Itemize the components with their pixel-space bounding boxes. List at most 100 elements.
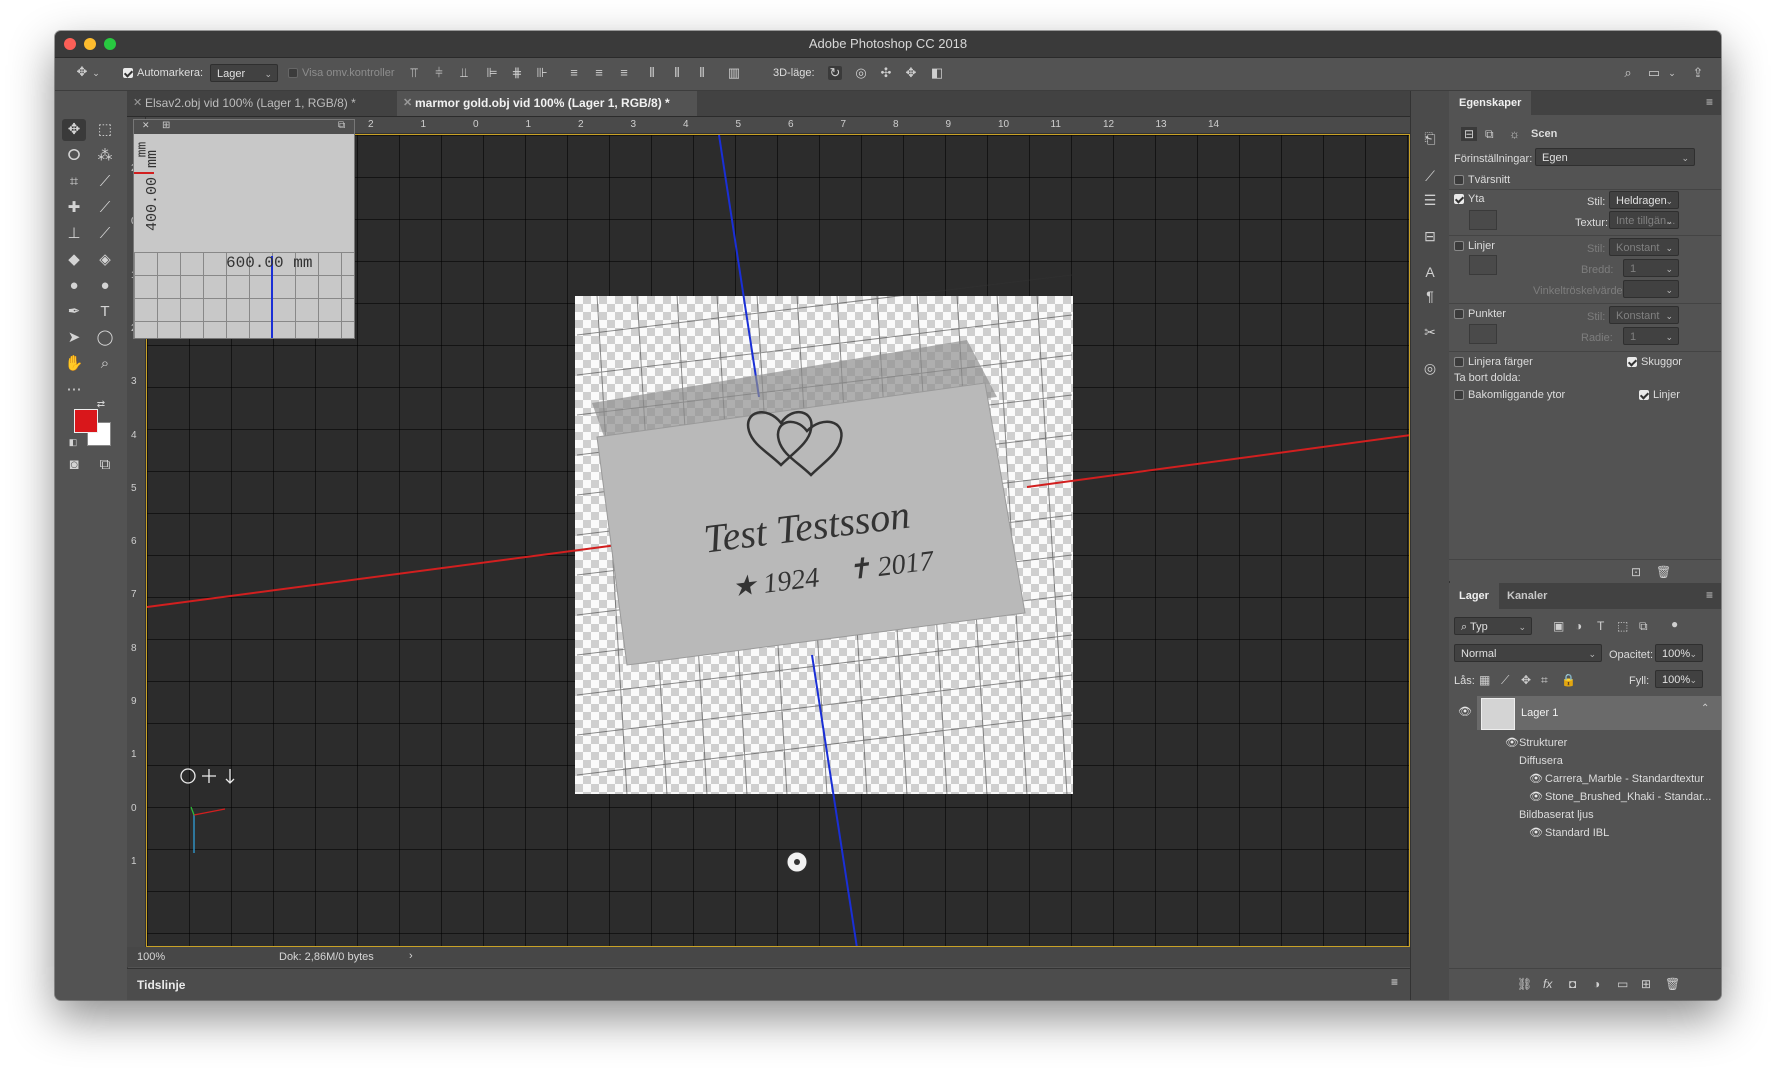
collapse-layer-chevron-icon[interactable]: ⌃	[1701, 703, 1709, 714]
default-colors-icon[interactable]: ◧	[67, 436, 79, 448]
libraries-icon[interactable]: ◎	[1421, 359, 1439, 377]
history-brush-tool-icon[interactable]: ⟋	[93, 223, 117, 245]
brush-tool-icon[interactable]: ⟋	[93, 197, 117, 219]
cross-section-checkbox[interactable]: Tvärsnitt	[1454, 174, 1510, 186]
surface-style-dropdown[interactable]: Heldragen ⌄	[1609, 191, 1679, 209]
layer-effect-row[interactable]: 👁 Carrera_Marble - Standardtextur	[1449, 771, 1721, 788]
clone-stamp-tool-icon[interactable]: ⊥	[62, 223, 86, 245]
properties-delete-icon[interactable]: 🗑	[1656, 565, 1671, 579]
new-group-icon[interactable]: ▭	[1617, 977, 1628, 991]
layer-effect-row[interactable]: Diffusera	[1449, 753, 1721, 770]
hand-tool-icon[interactable]: ✋	[62, 353, 86, 375]
more-tools-icon[interactable]: ⋯	[62, 379, 86, 401]
pen-tool-icon[interactable]: ✒	[62, 301, 86, 323]
lines-checkbox[interactable]: Linjer	[1454, 240, 1495, 252]
texture-visibility-eye-icon[interactable]: 👁	[1529, 771, 1543, 788]
layers-menu-icon[interactable]: ≡	[1706, 588, 1713, 602]
crop-tool-icon[interactable]: ⌗	[62, 171, 86, 193]
screen-mode-icon[interactable]: ⧉	[93, 454, 117, 476]
align-top-icon[interactable]: ⫪	[407, 66, 421, 80]
remove-hidden-lines-checkbox[interactable]: Linjer	[1639, 389, 1680, 401]
layer-effect-row[interactable]: Bildbaserat ljus	[1449, 807, 1721, 824]
filter-adjustment-icon[interactable]: ◑	[1575, 619, 1582, 633]
tab-properties[interactable]: Egenskaper	[1449, 91, 1532, 115]
ibl-visibility-eye-icon[interactable]: 👁	[1529, 825, 1543, 842]
ellipse-tool-icon[interactable]: ◯	[93, 327, 117, 349]
points-checkbox[interactable]: Punkter	[1454, 308, 1506, 320]
lock-artboard-icon[interactable]: ⌗	[1541, 673, 1548, 688]
surface-checkbox[interactable]: Yta	[1454, 193, 1485, 205]
secondary-view[interactable]: ✕ ⊞ ⧉ 600.00 mm 400.00 mm mm	[133, 119, 355, 339]
link-layers-icon[interactable]: ⛓	[1517, 977, 1532, 991]
marquee-tool-icon[interactable]: ⬚	[93, 119, 117, 141]
filter-smart-object-icon[interactable]: ⧉	[1639, 619, 1648, 634]
search-icon[interactable]: ⌕	[1621, 66, 1635, 80]
opacity-field[interactable]: 100% ⌄	[1655, 644, 1703, 662]
filter-type-icon[interactable]: T	[1597, 619, 1604, 633]
brush-settings-icon[interactable]: ⟋	[1421, 167, 1439, 185]
move-tool-icon[interactable]: ✥	[62, 119, 86, 141]
light-filter-icon[interactable]: ☼	[1509, 127, 1520, 141]
filter-pixel-icon[interactable]: ▣	[1553, 619, 1564, 633]
close-tab-icon[interactable]: ✕	[403, 91, 412, 116]
auto-select-checkbox[interactable]: Automarkera:	[123, 67, 203, 79]
share-icon[interactable]: ⇪	[1691, 66, 1705, 80]
align-vcenter-icon[interactable]: ⫩	[432, 66, 446, 80]
blend-mode-dropdown[interactable]: Normal ⌄	[1454, 644, 1602, 662]
layer-filter-dropdown[interactable]: ⌕ Typ ⌄	[1454, 617, 1532, 635]
distribute-hcenter-icon[interactable]: ⦀	[670, 66, 684, 80]
mesh-filter-icon[interactable]: ⧉	[1485, 127, 1494, 142]
blur-tool-icon[interactable]: ●	[62, 275, 86, 297]
tab-layers[interactable]: Lager	[1449, 583, 1499, 609]
timeline-menu-icon[interactable]: ≡	[1391, 975, 1398, 989]
orbit-3d-icon[interactable]: ↻	[828, 66, 842, 80]
move-tool-icon[interactable]: ✥	[75, 65, 89, 79]
distribute-vcenter-icon[interactable]: ≡	[592, 66, 606, 80]
tools-presets-icon[interactable]: ✂	[1421, 323, 1439, 341]
new-layer-icon[interactable]: ⊞	[1641, 977, 1651, 991]
scene-filter-icon[interactable]: ⊟	[1461, 127, 1478, 141]
roll-3d-icon[interactable]: ◎	[854, 66, 868, 80]
distribute-bottom-icon[interactable]: ≡	[617, 66, 631, 80]
swap-view-icon[interactable]: ⧉	[338, 120, 345, 131]
layer-effect-row[interactable]: 👁 Standard IBL	[1449, 825, 1721, 842]
tab-document-1[interactable]: ✕ Elsav2.obj vid 100% (Lager 1, RGB/8) *	[127, 91, 377, 116]
timeline-tab[interactable]: Tidslinje	[137, 978, 185, 992]
adjustment-layer-icon[interactable]: ◑	[1593, 977, 1600, 991]
align-left-icon[interactable]: ⊫	[485, 66, 499, 80]
layer-effect-row[interactable]: 👁 Strukturer	[1449, 735, 1721, 752]
paragraph-panel-icon[interactable]: ¶	[1421, 287, 1439, 305]
properties-panel-icon[interactable]: ⊟	[1421, 227, 1439, 245]
close-view-icon[interactable]: ✕	[142, 120, 150, 131]
show-transform-checkbox[interactable]: Visa omv.kontroller	[288, 67, 395, 79]
presets-dropdown[interactable]: Egen ⌄	[1535, 148, 1695, 166]
properties-menu-icon[interactable]: ≡	[1706, 95, 1713, 109]
lock-position-icon[interactable]: ✥	[1521, 673, 1531, 687]
render-icon[interactable]: ⊡	[1631, 565, 1641, 579]
layer-style-icon[interactable]: fx	[1543, 977, 1552, 991]
distribute-top-icon[interactable]: ≡	[567, 66, 581, 80]
lock-pixels-icon[interactable]: ⟋	[1501, 673, 1509, 688]
auto-select-dropdown[interactable]: Lager ⌄	[210, 64, 278, 82]
layer-visibility-eye-icon[interactable]: 👁	[1458, 705, 1472, 718]
lock-transparent-icon[interactable]: ▦	[1479, 673, 1490, 687]
view-options-icon[interactable]: ⊞	[162, 120, 170, 131]
type-tool-icon[interactable]: T	[93, 301, 117, 323]
scale-3d-icon[interactable]: ◧	[930, 66, 944, 80]
foreground-color-swatch[interactable]	[74, 409, 98, 433]
dodge-tool-icon[interactable]: ●	[93, 275, 117, 297]
tab-channels[interactable]: Kanaler	[1507, 583, 1547, 609]
shadows-checkbox[interactable]: Skuggor	[1627, 356, 1682, 368]
add-mask-icon[interactable]: ◘	[1569, 977, 1576, 991]
status-expand-icon[interactable]: ›	[409, 950, 413, 962]
paint-bucket-tool-icon[interactable]: ◈	[93, 249, 117, 271]
linearize-checkbox[interactable]: Linjera färger	[1454, 356, 1533, 368]
align-hcenter-icon[interactable]: ⋕	[510, 66, 524, 80]
path-selection-tool-icon[interactable]: ➤	[62, 327, 86, 349]
delete-layer-icon[interactable]: 🗑	[1665, 977, 1680, 991]
quick-mask-icon[interactable]: ◙	[62, 454, 86, 476]
healing-tool-icon[interactable]: ✚	[62, 197, 86, 219]
slide-3d-icon[interactable]: ✥	[904, 66, 918, 80]
tool-preset-chevron-icon[interactable]: ⌄	[89, 66, 103, 80]
eyedropper-tool-icon[interactable]: ⟋	[93, 171, 117, 193]
